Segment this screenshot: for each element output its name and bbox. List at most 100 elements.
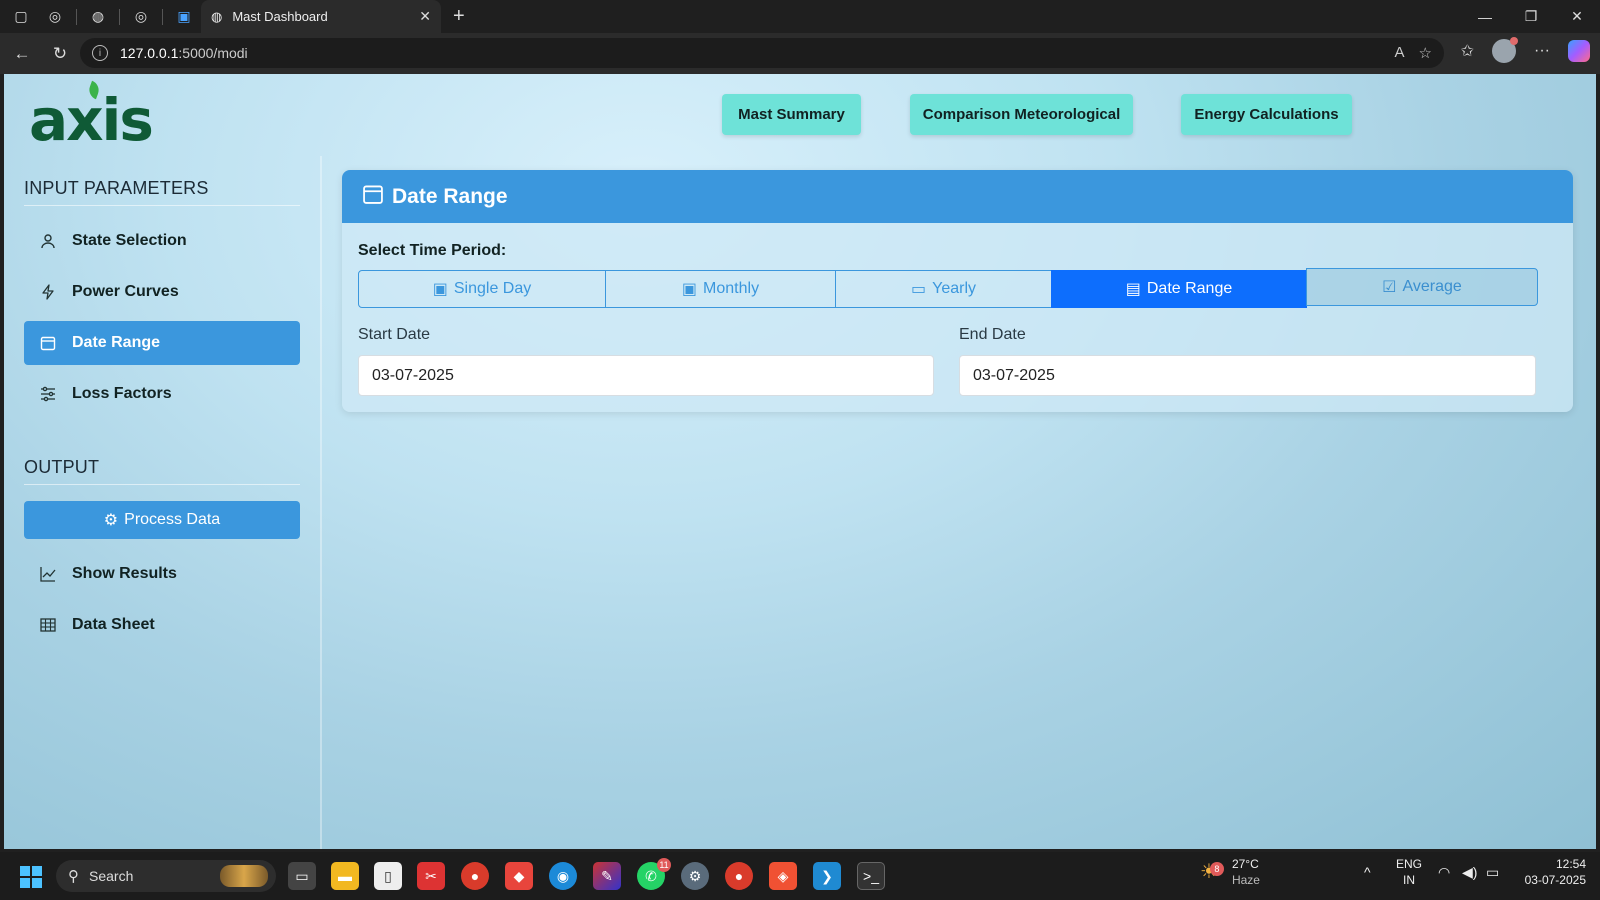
- url-host: 127.0.0.1: [120, 45, 179, 61]
- clock[interactable]: 12:54 03-07-2025: [1516, 856, 1586, 888]
- favorites-icon[interactable]: ✩: [1461, 41, 1474, 61]
- tab-actions-icon[interactable]: ▢: [8, 4, 34, 30]
- energy-calculations-button[interactable]: Energy Calculations: [1181, 94, 1352, 135]
- process-data-label: Process Data: [124, 511, 221, 528]
- period-date-range[interactable]: ▤ Date Range: [1051, 270, 1307, 308]
- weather-widget[interactable]: ☀ 8 27°C Haze: [1200, 856, 1290, 888]
- period-average[interactable]: ☑ Average: [1306, 268, 1538, 306]
- outlook-tab-icon[interactable]: ▣: [171, 4, 197, 30]
- panel-title: Date Range: [392, 184, 508, 208]
- start-icon[interactable]: [20, 866, 42, 888]
- gear-icon: ⚙: [103, 512, 119, 529]
- wifi-icon[interactable]: ◠: [1438, 864, 1450, 880]
- period-single-day[interactable]: ▣ Single Day: [358, 270, 606, 308]
- comparison-meteorological-button[interactable]: Comparison Meteorological: [910, 94, 1133, 135]
- settings-icon[interactable]: ⚙: [681, 862, 709, 890]
- line-chart-icon: [38, 566, 58, 582]
- weather-icon: ☀ 8: [1200, 862, 1224, 882]
- tab-title: Mast Dashboard: [232, 9, 328, 24]
- clock-time: 12:54: [1555, 857, 1586, 871]
- read-aloud-icon[interactable]: A: [1395, 44, 1405, 62]
- period-label: Monthly: [703, 280, 760, 297]
- battery-icon[interactable]: ▭: [1486, 864, 1499, 880]
- paint-icon[interactable]: ✎: [593, 862, 621, 890]
- page-viewport: axis Mast Summary Comparison Meteorologi…: [4, 74, 1596, 849]
- url-field[interactable]: i 127.0.0.1:5000/modi A ☆: [80, 38, 1444, 68]
- lang-bottom: IN: [1403, 873, 1415, 887]
- sidebar-item-label: State Selection: [72, 232, 187, 249]
- terminal-icon[interactable]: >_: [857, 862, 885, 890]
- sidebar-item-date-range[interactable]: Date Range: [24, 321, 300, 365]
- period-label: Single Day: [453, 280, 532, 297]
- address-bar-row: ← ↻ i 127.0.0.1:5000/modi A ☆ ✩ ···: [0, 33, 1600, 74]
- notepad-icon[interactable]: ▯: [374, 862, 402, 890]
- profile-avatar[interactable]: [1492, 37, 1519, 63]
- chrome-profile-icon[interactable]: ●: [725, 862, 753, 890]
- sidebar: INPUT PARAMETERS State Selection Power C…: [4, 156, 322, 849]
- end-date-label: End Date: [959, 326, 1026, 343]
- git-icon[interactable]: ◈: [769, 862, 797, 890]
- info-icon[interactable]: i: [92, 45, 108, 61]
- copilot-icon[interactable]: [1568, 40, 1590, 62]
- sidebar-item-label: Show Results: [72, 565, 177, 582]
- browser-tab-bar: ▢ ◎ ◍ ◎ ▣ ◍ Mast Dashboard ✕ + — ❐ ✕: [0, 0, 1600, 33]
- file-explorer-icon[interactable]: ▬: [331, 862, 359, 890]
- sidebar-item-state-selection[interactable]: State Selection: [24, 219, 300, 263]
- whatsapp-icon[interactable]: ✆ 11: [637, 858, 671, 890]
- back-icon[interactable]: ←: [4, 36, 40, 72]
- new-tab-icon[interactable]: +: [453, 5, 465, 28]
- restore-icon[interactable]: ❐: [1508, 0, 1554, 33]
- whatsapp-badge: 11: [657, 858, 671, 872]
- tab-separator: [76, 8, 77, 25]
- start-date-label: Start Date: [358, 326, 431, 343]
- refresh-icon[interactable]: ↻: [42, 36, 78, 72]
- pinned-tab-icon[interactable]: ◎: [42, 4, 68, 30]
- lightning-icon: [38, 284, 58, 300]
- search-highlight-image: [220, 865, 268, 887]
- minimize-icon[interactable]: —: [1462, 0, 1508, 33]
- windows-taskbar: ⚲ Search ▭ ▬ ▯ ✂ ● ◆ ◉ ✎ ✆ 11 ⚙ ● ◈ ❯ >_ …: [0, 852, 1600, 900]
- sidebar-item-label: Loss Factors: [72, 385, 172, 402]
- end-date-input[interactable]: 03-07-2025: [959, 355, 1536, 396]
- calendar-icon: [38, 335, 58, 351]
- taskbar-search[interactable]: ⚲ Search: [56, 860, 276, 892]
- period-label: Average: [1402, 278, 1462, 295]
- lang-top: ENG: [1395, 857, 1422, 871]
- divider: [24, 484, 300, 485]
- date-range-panel: Date Range Select Time Period: ▣ Single …: [342, 170, 1573, 412]
- panel-header: Date Range: [342, 170, 1573, 223]
- more-icon[interactable]: ···: [1534, 42, 1550, 60]
- tray-chevron-icon[interactable]: ^: [1364, 864, 1371, 880]
- close-icon[interactable]: ✕: [419, 8, 431, 25]
- favorite-star-icon[interactable]: ☆: [1419, 44, 1432, 62]
- start-date-input[interactable]: 03-07-2025: [358, 355, 934, 396]
- task-view-icon[interactable]: ▭: [288, 862, 316, 890]
- sliders-icon: [38, 386, 58, 402]
- pinned-tab-icon[interactable]: ◎: [128, 4, 154, 30]
- sidebar-item-power-curves[interactable]: Power Curves: [24, 270, 300, 314]
- chrome-icon[interactable]: ●: [461, 862, 489, 890]
- period-monthly[interactable]: ▣ Monthly: [605, 270, 836, 308]
- mast-summary-button[interactable]: Mast Summary: [722, 94, 861, 135]
- process-data-button[interactable]: ⚙ Process Data: [24, 501, 300, 539]
- url-path: :5000/modi: [178, 45, 248, 61]
- calendar-day-icon: ▣: [432, 281, 448, 298]
- snipping-tool-icon[interactable]: ✂: [417, 862, 445, 890]
- period-label: Yearly: [932, 280, 976, 297]
- edge-icon[interactable]: ◉: [549, 862, 577, 890]
- sidebar-item-data-sheet[interactable]: Data Sheet: [24, 603, 300, 647]
- period-yearly[interactable]: ▭ Yearly: [835, 270, 1052, 308]
- language-indicator[interactable]: ENG IN: [1394, 856, 1424, 888]
- anydesk-icon[interactable]: ◆: [505, 862, 533, 890]
- tab-separator: [119, 8, 120, 25]
- close-window-icon[interactable]: ✕: [1554, 0, 1600, 33]
- sidebar-item-loss-factors[interactable]: Loss Factors: [24, 372, 300, 416]
- volume-icon[interactable]: ◀): [1462, 864, 1477, 880]
- active-browser-tab[interactable]: ◍ Mast Dashboard ✕: [201, 0, 441, 33]
- vscode-icon[interactable]: ❯: [813, 862, 841, 890]
- calendar-icon: ▭: [910, 281, 927, 298]
- axis-logo: axis: [29, 80, 154, 154]
- globe-tab-icon[interactable]: ◍: [85, 4, 111, 30]
- sidebar-item-label: Power Curves: [72, 283, 179, 300]
- sidebar-item-show-results[interactable]: Show Results: [24, 552, 300, 596]
